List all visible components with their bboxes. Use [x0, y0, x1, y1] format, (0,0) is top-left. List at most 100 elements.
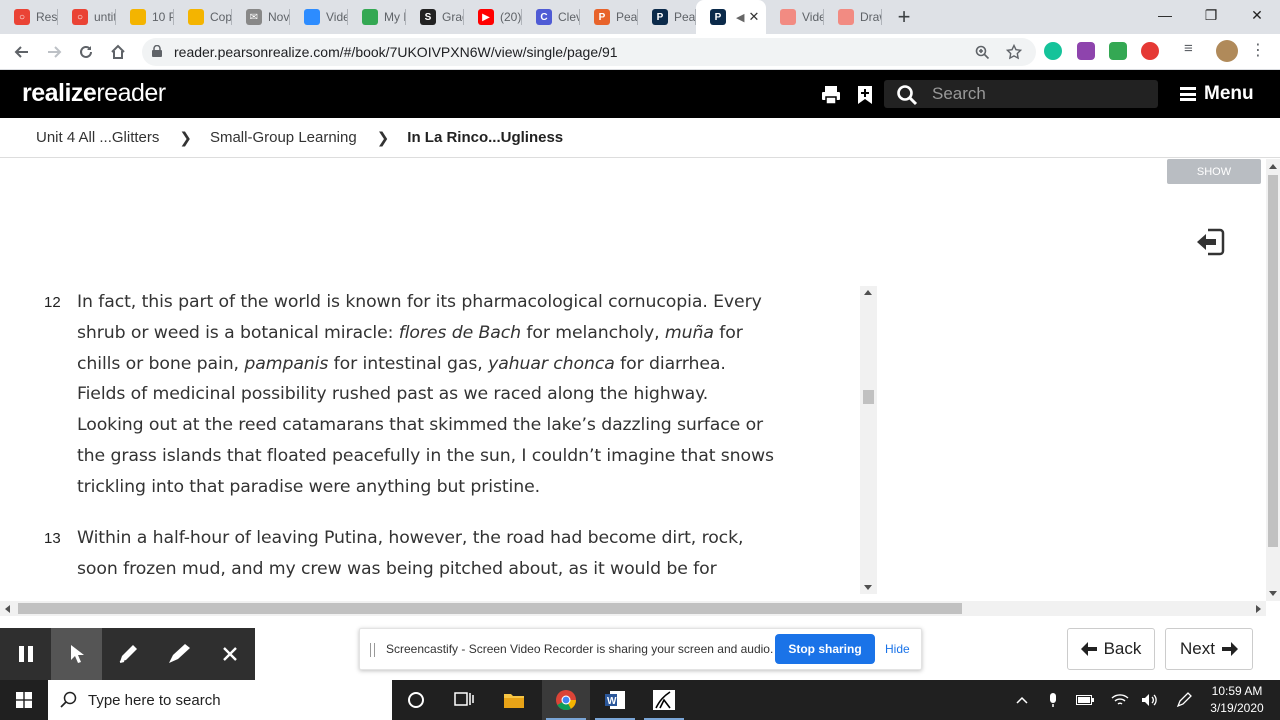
back-arrow-icon[interactable]	[10, 40, 34, 64]
hamburger-icon	[1180, 87, 1196, 101]
highlighter-icon[interactable]	[153, 628, 204, 680]
task-view-icon[interactable]	[440, 680, 488, 720]
print-icon[interactable]	[820, 84, 842, 106]
breadcrumb-item-small-group[interactable]: Small-Group Learning	[210, 129, 357, 146]
scroll-right-arrow-icon[interactable]	[1256, 605, 1261, 613]
search-icon	[897, 85, 918, 106]
add-bookmark-icon[interactable]	[854, 84, 876, 106]
grammarly-extension-icon[interactable]	[1044, 42, 1062, 60]
volume-icon[interactable]	[1138, 680, 1162, 720]
puzzle-extension-icon[interactable]	[1077, 42, 1095, 60]
menu-button[interactable]: Menu	[1180, 82, 1254, 106]
forward-arrow-icon[interactable]	[42, 40, 66, 64]
bookmark-star-icon[interactable]	[1004, 42, 1024, 62]
browser-tab[interactable]: Draw	[824, 0, 882, 34]
pen-workspace-icon[interactable]	[1172, 680, 1196, 720]
chevron-right-icon: ❯	[179, 129, 192, 147]
browser-tab[interactable]: My D	[348, 0, 406, 34]
browser-tab[interactable]: Video	[766, 0, 824, 34]
browser-tab[interactable]: P Pears	[580, 0, 638, 34]
wifi-icon[interactable]	[1108, 680, 1132, 720]
browser-tab-active[interactable]: P ◀ ✕	[696, 0, 766, 34]
home-icon[interactable]	[106, 40, 130, 64]
browser-tab[interactable]: ○ Resources	[0, 0, 58, 34]
browser-tab[interactable]: C Cleve	[522, 0, 580, 34]
reader-search[interactable]	[884, 80, 1158, 108]
horizontal-scroll-thumb[interactable]	[18, 603, 962, 614]
taskbar-search-input[interactable]	[88, 691, 378, 709]
browser-tab[interactable]: Video	[290, 0, 348, 34]
scroll-down-arrow-icon[interactable]	[1269, 591, 1277, 596]
chrome-taskbar-icon[interactable]	[542, 680, 590, 720]
tab-favicon-icon	[188, 9, 204, 25]
window-close-button[interactable]: ✕	[1234, 0, 1280, 30]
system-clock[interactable]: 10:59 AM 3/19/2020	[1200, 683, 1274, 717]
taskbar-search[interactable]	[48, 680, 392, 720]
kindle-app-icon[interactable]	[640, 680, 688, 720]
drag-handle-icon[interactable]	[370, 643, 375, 657]
pen-icon[interactable]	[102, 628, 153, 680]
reload-icon[interactable]	[74, 40, 98, 64]
zoom-icon[interactable]	[972, 42, 992, 62]
url-text[interactable]: reader.pearsonrealize.com/#/book/7UKOIVP…	[174, 44, 618, 60]
restore-button[interactable]: ❐	[1188, 0, 1234, 30]
file-explorer-icon[interactable]	[490, 680, 538, 720]
menu-label: Menu	[1204, 83, 1254, 104]
scroll-down-arrow-icon[interactable]	[864, 585, 872, 590]
inner-scroll-thumb[interactable]	[863, 390, 874, 404]
screencastify-extension-icon[interactable]	[1141, 42, 1159, 60]
next-button[interactable]: Next	[1165, 628, 1253, 670]
tab-title: Novel	[268, 10, 290, 24]
hide-link[interactable]: Hide	[885, 642, 910, 656]
page-horizontal-scrollbar[interactable]	[0, 601, 1266, 616]
word-icon[interactable]: W	[591, 680, 639, 720]
tab-favicon-icon: ▶	[478, 9, 494, 25]
browser-tab[interactable]: Copy	[174, 0, 232, 34]
page-vertical-scrollbar[interactable]	[1266, 159, 1280, 601]
search-input[interactable]	[932, 84, 1132, 104]
browser-tab[interactable]: S Grade	[406, 0, 464, 34]
breadcrumb-item-unit[interactable]: Unit 4 All ...Glitters	[36, 129, 159, 146]
cursor-icon[interactable]	[51, 628, 102, 680]
scroll-up-arrow-icon[interactable]	[864, 290, 872, 295]
tab-title: Video	[326, 10, 348, 24]
minimize-button[interactable]: —	[1142, 0, 1188, 30]
show-button[interactable]: SHOW	[1167, 159, 1261, 184]
new-tab-button[interactable]: +	[888, 0, 920, 34]
microphone-icon[interactable]	[1042, 680, 1064, 720]
profile-avatar[interactable]	[1216, 40, 1238, 62]
chevron-up-icon[interactable]	[1010, 680, 1034, 720]
chrome-menu-icon[interactable]: ⋮	[1250, 40, 1268, 59]
bottom-bar: Screencastify - Screen Video Recorder is…	[0, 616, 1280, 680]
back-button[interactable]: Back	[1067, 628, 1155, 670]
address-bar[interactable]: reader.pearsonrealize.com/#/book/7UKOIVP…	[142, 38, 1036, 66]
browser-tab[interactable]: 10 Prin	[116, 0, 174, 34]
cortana-icon[interactable]	[392, 680, 440, 720]
browser-tab[interactable]: P Pears	[638, 0, 696, 34]
annotation-toolbar	[0, 628, 255, 680]
browser-toolbar: reader.pearsonrealize.com/#/book/7UKOIVP…	[0, 34, 1280, 70]
battery-icon[interactable]	[1073, 680, 1097, 720]
stop-sharing-button[interactable]: Stop sharing	[775, 634, 875, 664]
windows-start-icon[interactable]	[0, 680, 48, 720]
tab-favicon-icon: ○	[14, 9, 30, 25]
screen-share-notification: Screencastify - Screen Video Recorder is…	[359, 628, 922, 670]
browser-tab[interactable]: ▶ (20) s	[464, 0, 522, 34]
scroll-left-arrow-icon[interactable]	[5, 605, 10, 613]
scroll-up-arrow-icon[interactable]	[1269, 164, 1277, 169]
inner-scrollbar[interactable]	[860, 286, 877, 594]
tab-audio-icon[interactable]: ◀	[736, 11, 744, 24]
realize-reader-logo[interactable]: realizereader	[22, 79, 166, 108]
vertical-scroll-thumb[interactable]	[1268, 175, 1278, 547]
browser-tab[interactable]: ○ untitled	[58, 0, 116, 34]
tab-title: Cleve	[558, 10, 580, 24]
tab-favicon-icon	[780, 9, 796, 25]
pause-icon[interactable]	[0, 628, 51, 680]
green-extension-icon[interactable]	[1109, 42, 1127, 60]
close-icon[interactable]	[204, 628, 255, 680]
browser-tab[interactable]: ✉ Novel	[232, 0, 290, 34]
exit-fullscreen-icon[interactable]	[1194, 227, 1226, 257]
media-control-icon[interactable]: ≡	[1184, 40, 1202, 58]
italic-term: muña	[664, 322, 714, 343]
tab-close-icon[interactable]: ✕	[748, 9, 759, 25]
